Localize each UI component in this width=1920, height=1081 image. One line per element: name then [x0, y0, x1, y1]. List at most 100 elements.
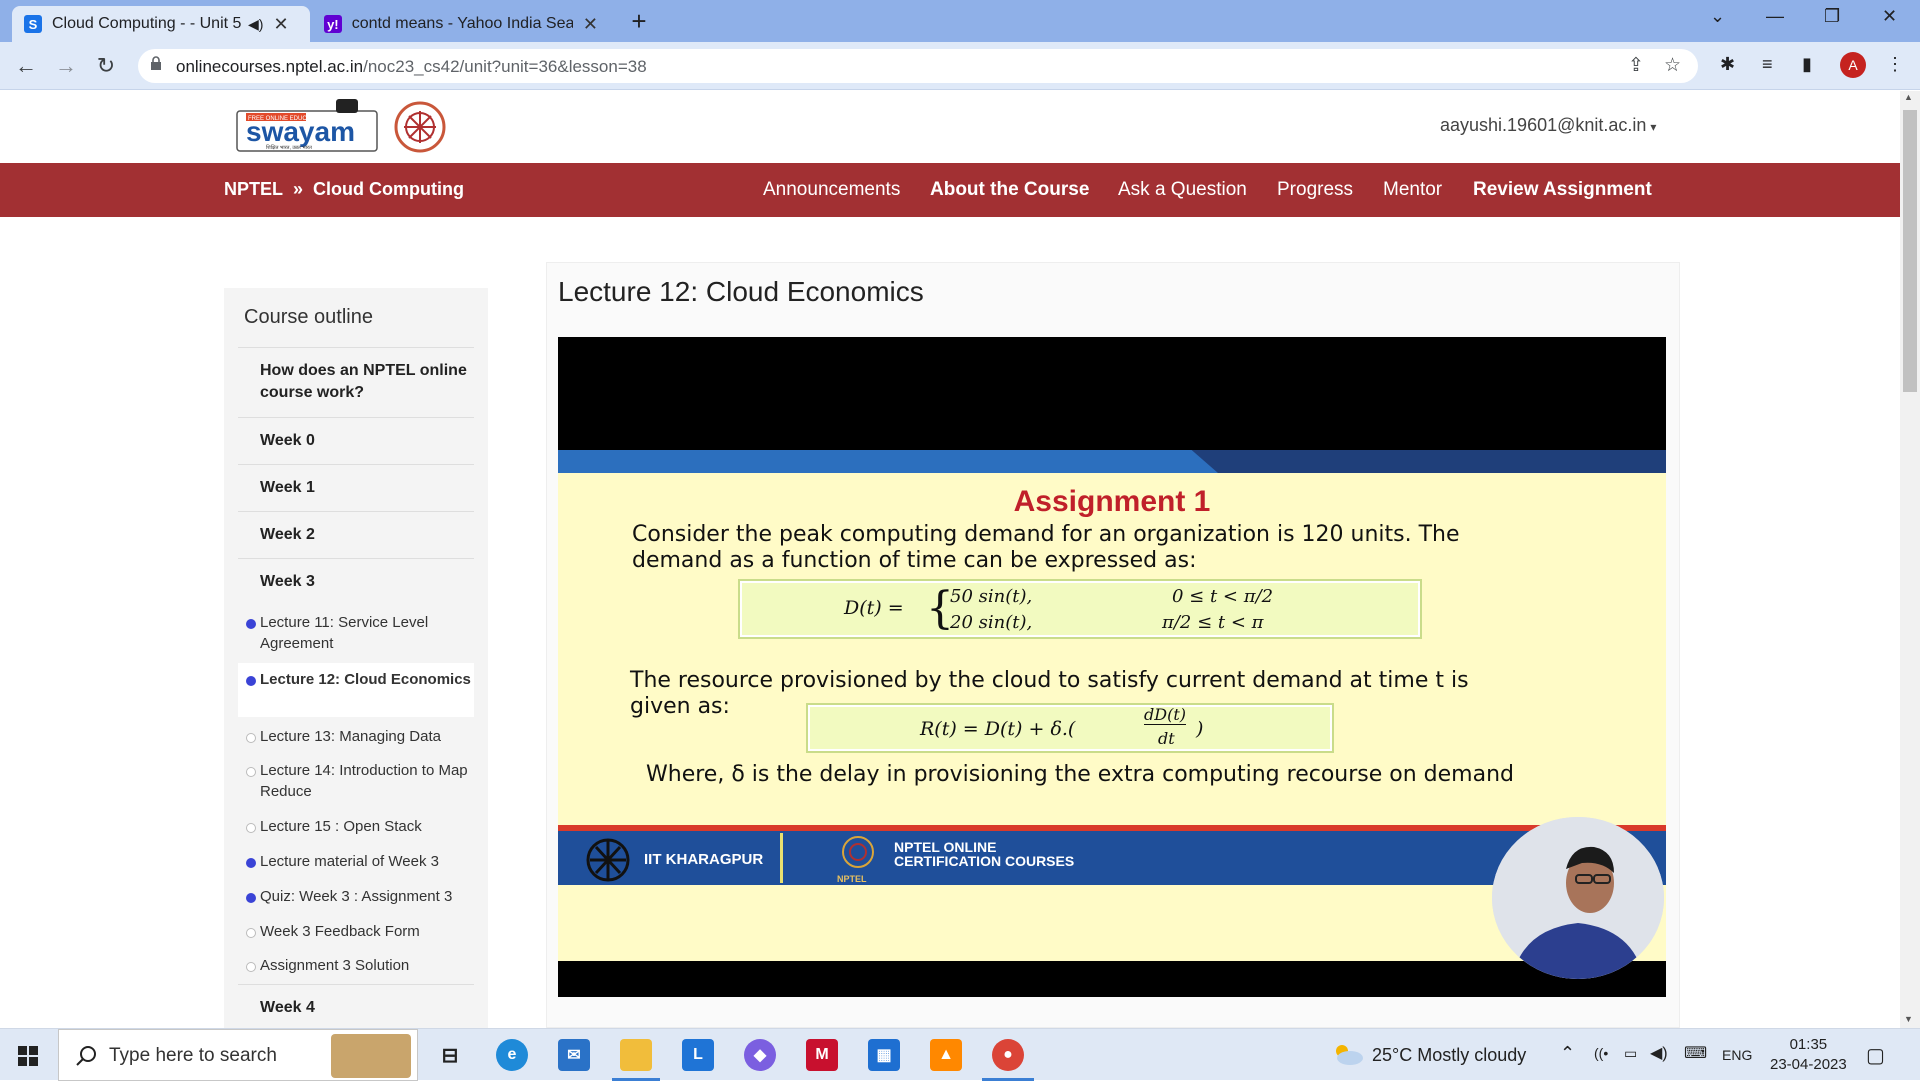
nptel-emblem-icon — [842, 836, 874, 868]
show-hidden-icons-chevron-icon[interactable]: ⌃ — [1560, 1043, 1575, 1064]
share-icon[interactable]: ⇪ — [1628, 54, 1644, 77]
equation-condition: 0 ≤ t < π/2 — [1172, 586, 1274, 607]
browser-toolbar: ← → ↻ onlinecourses.nptel.ac.in/noc23_cs… — [0, 42, 1920, 90]
outline-section-week-4[interactable]: Week 4 — [238, 984, 474, 1028]
nav-progress[interactable]: Progress — [1277, 179, 1353, 201]
vlc-icon[interactable]: ▲ — [930, 1039, 962, 1071]
outline-section-week-0[interactable]: Week 0 — [238, 417, 474, 464]
outline-lesson[interactable]: Lecture material of Week 3 — [238, 851, 474, 875]
slide-text-line: demand as a function of time can be expr… — [632, 548, 1197, 573]
l-app-icon[interactable]: L — [682, 1039, 714, 1071]
copilot-app-icon[interactable]: ◆ — [744, 1039, 776, 1071]
lesson-label: Lecture material of Week 3 — [260, 853, 439, 870]
nav-mentor[interactable]: Mentor — [1383, 179, 1442, 201]
user-account-menu[interactable]: aayushi.19601@knit.ac.in ▾ — [1440, 115, 1656, 136]
edge-browser-icon[interactable]: e — [496, 1039, 528, 1071]
lesson-label: Lecture 13: Managing Data — [260, 728, 441, 745]
lesson-label: Week 3 Feedback Form — [260, 923, 420, 940]
outline-section-week-3[interactable]: Week 3 — [238, 558, 474, 605]
forward-arrow-icon[interactable]: → — [52, 52, 80, 80]
chrome-icon[interactable]: ● — [992, 1039, 1024, 1071]
outline-lesson[interactable]: Lecture 15 : Open Stack — [238, 816, 474, 840]
resource-equation-box: R(t) = D(t) + δ.( dD(t) dt ) — [806, 703, 1334, 753]
nptel-logo[interactable] — [394, 101, 446, 153]
weather-text[interactable]: 25°C Mostly cloudy — [1372, 1045, 1526, 1066]
footer-nptel-small: NPTEL — [837, 874, 867, 884]
task-view-icon[interactable]: ⊟ — [434, 1039, 466, 1071]
outline-lesson[interactable]: Lecture 14: Introduction to Map Reduce — [238, 760, 474, 804]
media-queue-icon[interactable]: ≡ — [1762, 54, 1773, 75]
extensions-puzzle-icon[interactable]: ✱ — [1720, 54, 1735, 75]
weather-cloud-icon[interactable] — [1330, 1043, 1364, 1065]
audio-playing-icon[interactable]: ◀) — [248, 16, 263, 33]
store-icon[interactable]: ▦ — [868, 1039, 900, 1071]
address-bar[interactable]: onlinecourses.nptel.ac.in/noc23_cs42/uni… — [138, 49, 1698, 83]
scrollbar-thumb[interactable] — [1903, 110, 1917, 392]
system-clock[interactable]: 01:35 23-04-2023 — [1770, 1035, 1847, 1075]
nav-about-course[interactable]: About the Course — [930, 179, 1089, 201]
language-indicator[interactable]: ENG — [1722, 1047, 1752, 1063]
lesson-label: Lecture 12: Cloud Economics — [260, 671, 471, 688]
new-tab-icon[interactable]: + — [624, 6, 654, 36]
outline-section-week-2[interactable]: Week 2 — [238, 511, 474, 558]
yahoo-favicon-icon: y! — [324, 15, 342, 33]
breadcrumb-course[interactable]: Cloud Computing — [313, 179, 464, 199]
breadcrumb: NPTEL » Cloud Computing — [224, 179, 464, 200]
slide-where-line: Where, δ is the delay in provisioning th… — [646, 762, 1514, 787]
presenter-video-thumbnail — [1492, 817, 1664, 979]
back-arrow-icon[interactable]: ← — [12, 52, 40, 80]
keyboard-icon[interactable]: ⌨ — [1684, 1043, 1707, 1063]
scroll-down-arrow-icon[interactable]: ▼ — [1904, 1014, 1913, 1024]
search-icon — [76, 1046, 96, 1066]
close-tab-icon[interactable]: ✕ — [583, 14, 598, 35]
tab-search-chevron-icon[interactable]: ⌄ — [1710, 6, 1725, 27]
outline-lesson[interactable]: Assignment 3 Solution — [238, 955, 474, 979]
equation-condition: π/2 ≤ t < π — [1162, 612, 1264, 633]
mail-icon[interactable]: ✉ — [558, 1039, 590, 1071]
course-outline-sidebar: Course outline How does an NPTEL online … — [224, 288, 488, 1028]
file-explorer-icon[interactable] — [620, 1039, 652, 1071]
equation-numerator: dD(t) — [1144, 705, 1186, 725]
lesson-label: Quiz: Week 3 : Assignment 3 — [260, 888, 453, 905]
outline-section-how-it-works[interactable]: How does an NPTEL online course work? — [238, 347, 474, 417]
lecture-video-player[interactable]: Assignment 1 Consider the peak computing… — [558, 337, 1666, 997]
logo-wordmark: swayam — [246, 116, 355, 147]
breadcrumb-nptel[interactable]: NPTEL — [224, 179, 283, 199]
iit-kharagpur-emblem-icon — [586, 838, 630, 882]
outline-lesson[interactable]: Week 3 Feedback Form — [238, 921, 474, 945]
logo-tagline: शिक्षित भारत, उन्नत भारत — [266, 144, 312, 151]
side-panel-icon[interactable]: ▮ — [1802, 54, 1812, 75]
bookmark-star-icon[interactable]: ☆ — [1664, 54, 1681, 77]
nav-ask-question[interactable]: Ask a Question — [1118, 179, 1247, 201]
taskbar-search-box[interactable]: Type here to search — [58, 1029, 418, 1081]
nav-review-assignment[interactable]: Review Assignment — [1473, 179, 1652, 201]
profile-avatar[interactable]: A — [1840, 52, 1866, 78]
outline-lesson[interactable]: Quiz: Week 3 : Assignment 3 — [238, 886, 474, 910]
mcafee-icon[interactable]: M — [806, 1039, 838, 1071]
close-tab-icon[interactable]: ✕ — [273, 14, 288, 35]
slide-title: Assignment 1 — [1013, 485, 1211, 518]
battery-icon[interactable]: ▭ — [1624, 1045, 1637, 1062]
minimize-icon[interactable]: — — [1766, 6, 1784, 27]
course-nav-bar: NPTEL » Cloud Computing Announcements Abou… — [0, 163, 1900, 217]
notifications-icon[interactable]: ▢ — [1866, 1043, 1885, 1068]
outline-lesson[interactable]: Lecture 13: Managing Data — [238, 726, 474, 750]
tab-cloud-computing[interactable]: S Cloud Computing - - Unit 5 ◀) ✕ — [12, 6, 310, 42]
nav-announcements[interactable]: Announcements — [763, 179, 900, 201]
outline-lesson-active[interactable]: Lecture 12: Cloud Economics — [238, 663, 474, 717]
incomplete-dot-icon — [246, 767, 256, 777]
volume-icon[interactable]: ◀) — [1650, 1043, 1668, 1063]
browser-menu-icon[interactable]: ⋮ — [1886, 54, 1904, 75]
network-icon[interactable]: ((• — [1594, 1045, 1608, 1061]
swayam-logo[interactable]: FREE ONLINE EDUCATION swayam शिक्षित भार… — [236, 99, 380, 155]
outline-lesson[interactable]: Lecture 11: Service Level Agreement — [238, 612, 474, 656]
equation-case: 50 sin(t), — [950, 586, 1033, 607]
windows-start-icon[interactable] — [18, 1046, 38, 1066]
lesson-label: Lecture 14: Introduction to Map Reduce — [260, 762, 468, 800]
scroll-up-arrow-icon[interactable]: ▲ — [1904, 92, 1913, 102]
restore-icon[interactable]: ❐ — [1824, 6, 1840, 27]
tab-yahoo-search[interactable]: y! contd means - Yahoo India Searc ✕ — [312, 6, 610, 42]
outline-section-week-1[interactable]: Week 1 — [238, 464, 474, 511]
close-window-icon[interactable]: ✕ — [1882, 6, 1897, 27]
reload-icon[interactable]: ↻ — [92, 52, 120, 80]
